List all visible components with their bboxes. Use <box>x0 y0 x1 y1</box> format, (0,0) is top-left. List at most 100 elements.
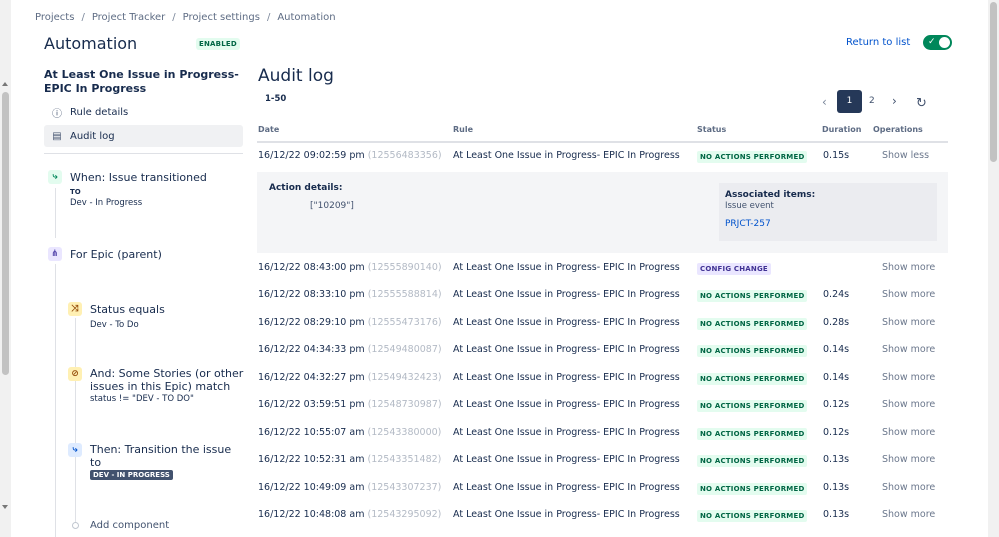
column-header-rule: Rule <box>453 125 474 134</box>
scroll-up-arrow-icon[interactable] <box>2 82 8 86</box>
row-duration: 0.12s <box>823 427 850 438</box>
row-status-badge: NO ACTIONS PERFORMED <box>697 151 808 163</box>
page-2-button[interactable]: 2 <box>869 96 875 106</box>
column-header-operations: Operations <box>873 125 923 134</box>
sidebar-item-label: Audit log <box>70 130 115 142</box>
row-toggle-details-link[interactable]: Show more <box>882 482 935 493</box>
row-toggle-details-link[interactable]: Show more <box>882 509 935 520</box>
rule-name: At Least One Issue in Progress- EPIC In … <box>44 68 239 95</box>
row-date-text: 16/12/22 03:59:51 pm <box>258 399 365 410</box>
sidebar-item-label: Rule details <box>70 106 129 118</box>
row-duration: 0.15s <box>823 150 850 161</box>
component-trigger[interactable]: When: Issue transitioned <box>70 171 207 184</box>
document-icon: ▤ <box>52 130 62 142</box>
row-date: 16/12/22 04:34:33 pm (12549480087) <box>258 344 442 355</box>
row-execution-id: (12543295092) <box>367 509 442 520</box>
row-date: 16/12/22 04:32:27 pm (12549432423) <box>258 372 442 383</box>
status-lozenge: DEV - IN PROGRESS <box>90 470 173 480</box>
audit-log-title: Audit log <box>258 66 334 86</box>
component-condition-stories[interactable]: And: Some Stories (or other issues in thi… <box>90 367 243 393</box>
sidebar-item-rule-details[interactable]: ⓘ Rule details <box>44 101 243 123</box>
row-execution-id: (12549432423) <box>367 372 442 383</box>
chevron-left-icon[interactable]: ‹ <box>822 95 827 109</box>
breadcrumb-project-tracker[interactable]: Project Tracker <box>92 12 165 23</box>
column-header-status: Status <box>697 125 727 134</box>
divider <box>44 153 243 154</box>
row-duration: 0.13s <box>823 509 850 520</box>
trigger-icon: ⤷ <box>48 170 62 184</box>
row-status-badge: NO ACTIONS PERFORMED <box>697 345 808 357</box>
row-toggle-details-link[interactable]: Show more <box>882 289 935 300</box>
component-branch[interactable]: For Epic (parent) <box>70 248 162 261</box>
row-toggle-details-link[interactable]: Show more <box>882 454 935 465</box>
page-title: Automation <box>44 34 138 53</box>
table-row: 16/12/22 10:55:07 am (12543380000) At Lea… <box>257 420 948 447</box>
row-date: 16/12/22 09:02:59 pm (12556483356) <box>258 150 442 161</box>
add-component-dot-icon <box>72 522 79 529</box>
scrollbar-thumb[interactable] <box>2 92 9 375</box>
row-details-panel: Action details: ["10209"] Associated ite… <box>257 172 948 253</box>
table-row: 16/12/22 04:34:33 pm (12549480087) At Lea… <box>257 337 948 364</box>
row-execution-id: (12556483356) <box>367 150 442 161</box>
row-duration: 0.13s <box>823 454 850 465</box>
add-component-button[interactable]: Add component <box>90 520 169 531</box>
chevron-right-icon[interactable]: › <box>892 94 897 108</box>
table-row: 16/12/22 08:43:00 pm (12555890140) At Lea… <box>257 255 948 282</box>
table-row: 16/12/22 08:33:10 pm (12555588814) At Lea… <box>257 282 948 309</box>
return-to-list-link[interactable]: Return to list <box>846 37 910 48</box>
row-execution-id: (12543380000) <box>367 427 442 438</box>
sidebar-item-audit-log[interactable]: ▤ Audit log <box>44 125 243 147</box>
page-1-button[interactable]: 1 <box>837 90 862 113</box>
row-duration: 0.28s <box>823 317 850 328</box>
row-duration: 0.13s <box>823 482 850 493</box>
breadcrumb-automation[interactable]: Automation <box>277 12 335 23</box>
row-toggle-details-link[interactable]: Show more <box>882 399 935 410</box>
row-toggle-details-link[interactable]: Show more <box>882 344 935 355</box>
condition-line: And: Some Stories (or other <box>90 367 244 380</box>
row-date-text: 16/12/22 10:52:31 am <box>258 454 365 465</box>
row-duration: 0.12s <box>823 399 850 410</box>
row-duration: 0.14s <box>823 344 850 355</box>
issue-link[interactable]: PRJCT-257 <box>725 219 771 229</box>
left-scrollbar[interactable] <box>0 0 11 537</box>
rule-enabled-toggle[interactable]: ✓ <box>923 35 952 50</box>
row-toggle-details-link[interactable]: Show more <box>882 427 935 438</box>
table-row: 16/12/22 10:48:08 am (12543295092) At Lea… <box>257 502 948 529</box>
row-rule: At Least One Issue in Progress- EPIC In … <box>453 454 680 465</box>
row-status-badge: NO ACTIONS PERFORMED <box>697 400 808 412</box>
row-toggle-details-link[interactable]: Show more <box>882 317 935 328</box>
row-date-text: 16/12/22 04:34:33 pm <box>258 344 365 355</box>
row-date: 16/12/22 10:55:07 am (12543380000) <box>258 427 441 438</box>
breadcrumb: Projects / Project Tracker / Project setti… <box>35 12 336 23</box>
component-action-transition[interactable]: Then: Transition the issue to <box>90 443 231 469</box>
breadcrumb-projects[interactable]: Projects <box>35 12 74 23</box>
row-execution-id: (12555890140) <box>367 262 442 273</box>
row-rule: At Least One Issue in Progress- EPIC In … <box>453 427 680 438</box>
row-execution-id: (12555473176) <box>367 317 442 328</box>
row-toggle-details-link[interactable]: Show more <box>882 372 935 383</box>
row-status-badge: CONFIG CHANGE <box>697 263 771 275</box>
row-toggle-details-link[interactable]: Show more <box>882 262 935 273</box>
row-execution-id: (12543307237) <box>367 482 442 493</box>
shuffle-icon: ⤨ <box>68 302 82 316</box>
row-date-text: 16/12/22 08:29:10 pm <box>258 317 365 328</box>
info-icon: ⓘ <box>52 108 62 120</box>
row-execution-id: (12555588814) <box>367 289 442 300</box>
scrollbar-thumb[interactable] <box>990 2 997 162</box>
component-condition-status[interactable]: Status equals <box>90 303 165 316</box>
row-duration: 0.24s <box>823 289 850 300</box>
row-date-text: 16/12/22 10:49:09 am <box>258 482 365 493</box>
scroll-down-arrow-icon[interactable] <box>2 505 8 509</box>
table-row: 16/12/22 03:59:51 pm (12548730987) At Lea… <box>257 392 948 419</box>
row-date: 16/12/22 10:49:09 am (12543307237) <box>258 482 441 493</box>
row-date-text: 16/12/22 10:55:07 am <box>258 427 365 438</box>
row-rule: At Least One Issue in Progress- EPIC In … <box>453 372 680 383</box>
result-range: 1-50 <box>265 94 287 104</box>
right-scrollbar[interactable] <box>988 0 999 537</box>
breadcrumb-separator: / <box>266 12 271 23</box>
breadcrumb-project-settings[interactable]: Project settings <box>183 12 260 23</box>
refresh-icon[interactable]: ↻ <box>916 96 927 111</box>
row-rule: At Least One Issue in Progress- EPIC In … <box>453 317 680 328</box>
condition-line: issues in this Epic) match <box>90 380 231 393</box>
row-toggle-details-link[interactable]: Show less <box>882 150 929 161</box>
